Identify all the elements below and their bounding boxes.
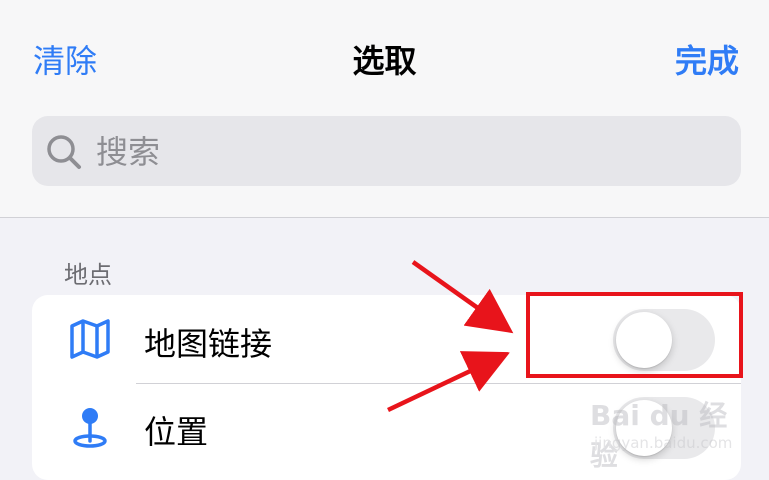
annotation-highlight-box (526, 292, 743, 378)
search-icon (47, 135, 81, 169)
location-label: 位置 (144, 413, 209, 451)
navigation-header: 清除 选取 完成 (0, 0, 769, 218)
map-icon (70, 319, 110, 359)
done-button[interactable]: 完成 (675, 36, 739, 82)
location-pin-icon (73, 408, 107, 448)
watermark-logo: Bai du 经验 jingyan.baidu.com (590, 392, 740, 472)
search-bar[interactable] (32, 116, 741, 188)
search-input[interactable] (94, 116, 718, 188)
section-header-places: 地点 (64, 261, 112, 289)
map-link-label: 地图链接 (144, 325, 273, 363)
watermark-sub-text: jingyan.baidu.com (594, 434, 733, 452)
page-title: 选取 (352, 42, 417, 80)
